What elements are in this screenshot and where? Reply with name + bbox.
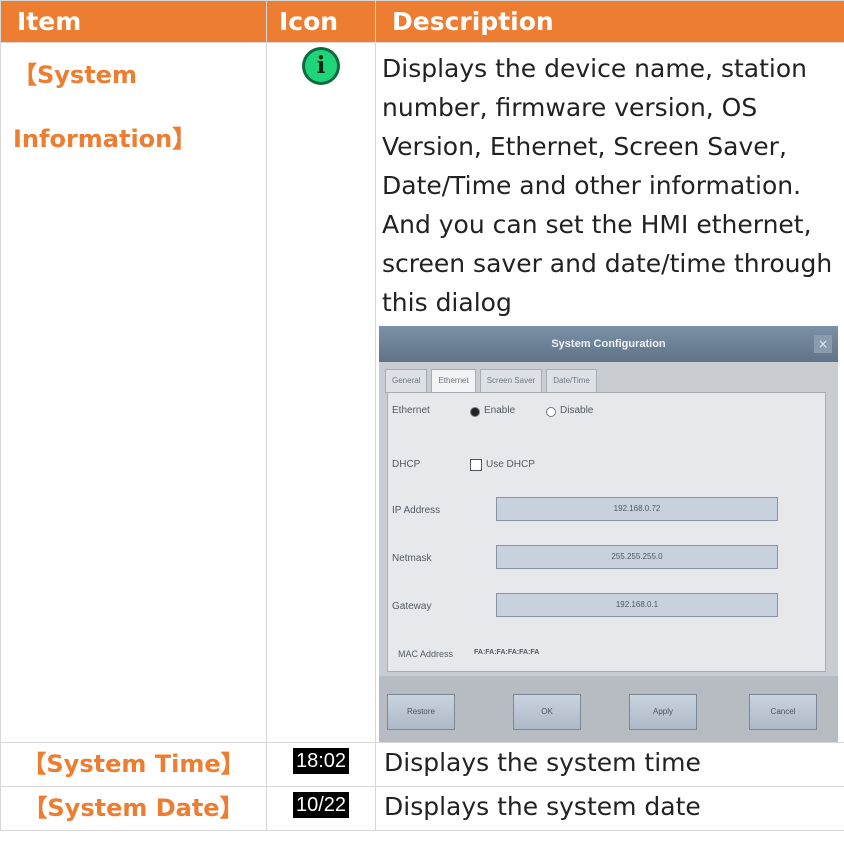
dialog-tabs: General Ethernet Screen Saver Date/Time	[385, 369, 601, 395]
header-icon: Icon	[266, 0, 376, 43]
dialog-panel: Ethernet Enable Disable DHCP Use DHCP IP…	[387, 392, 826, 672]
ok-button: OK	[513, 694, 581, 730]
tab-screen-saver: Screen Saver	[479, 369, 543, 393]
description-text: Displays the device name, station number…	[382, 54, 833, 317]
disable-label: Disable	[560, 405, 594, 416]
info-icon-glyph: i	[316, 52, 326, 79]
item-cell: 【System Time】	[0, 742, 267, 787]
apply-button: Apply	[629, 694, 697, 730]
item-cell: 【System Date】	[0, 786, 267, 831]
dhcp-label: DHCP	[392, 459, 421, 470]
item-cell: 【System Information】	[0, 42, 267, 743]
netmask-field: 255.255.255.0	[496, 545, 778, 569]
mac-address-value: FA:FA:FA:FA:FA:FA	[474, 649, 540, 656]
dialog-button-bar: Restore OK Apply Cancel	[379, 676, 838, 742]
icon-cell: i	[266, 42, 376, 743]
table-row: 【System Information】 i Displays the devi…	[0, 42, 844, 743]
use-dhcp-checkbox	[470, 459, 482, 471]
gateway-field: 192.168.0.1	[496, 593, 778, 617]
header-row: Item Icon Description	[0, 0, 844, 43]
system-date-icon[interactable]: 10/22	[292, 792, 350, 818]
enable-label: Enable	[484, 405, 516, 416]
gateway-label: Gateway	[392, 601, 432, 612]
table-row: 【System Time】 18:02 Displays the system …	[0, 742, 844, 787]
tab-date-time: Date/Time	[546, 369, 597, 393]
system-configuration-dialog-photo: System Configuration × General Ethernet …	[379, 326, 838, 742]
mac-address-label: MAC Address	[398, 649, 454, 659]
ip-address-field: 192.168.0.72	[496, 497, 778, 521]
use-dhcp-label: Use DHCP	[486, 459, 535, 470]
icon-cell: 10/22	[266, 786, 376, 831]
info-icon[interactable]: i	[305, 50, 337, 82]
netmask-label: Netmask	[392, 553, 432, 564]
enable-radio	[470, 407, 480, 417]
item-label-line1: 【System	[13, 61, 137, 89]
system-time-icon[interactable]: 18:02	[292, 748, 350, 774]
icon-cell: 18:02	[266, 742, 376, 787]
ip-address-label: IP Address	[392, 505, 441, 516]
close-icon: ×	[814, 335, 832, 353]
ethernet-label: Ethernet	[392, 405, 430, 416]
cancel-button: Cancel	[749, 694, 817, 730]
disable-radio	[546, 407, 556, 417]
header-description: Description	[375, 0, 844, 43]
header-item: Item	[0, 0, 267, 43]
description-cell: Displays the system date	[375, 786, 844, 831]
table-row: 【System Date】 10/22 Displays the system …	[0, 786, 844, 831]
tab-general: General	[385, 369, 428, 393]
description-cell: Displays the system time	[375, 742, 844, 787]
restore-button: Restore	[387, 694, 455, 730]
description-table: Item Icon Description 【System Informatio…	[0, 0, 844, 831]
description-cell: Displays the device name, station number…	[375, 42, 844, 743]
item-label-line2: Information】	[13, 125, 197, 153]
dialog-title: System Configuration	[379, 326, 838, 362]
